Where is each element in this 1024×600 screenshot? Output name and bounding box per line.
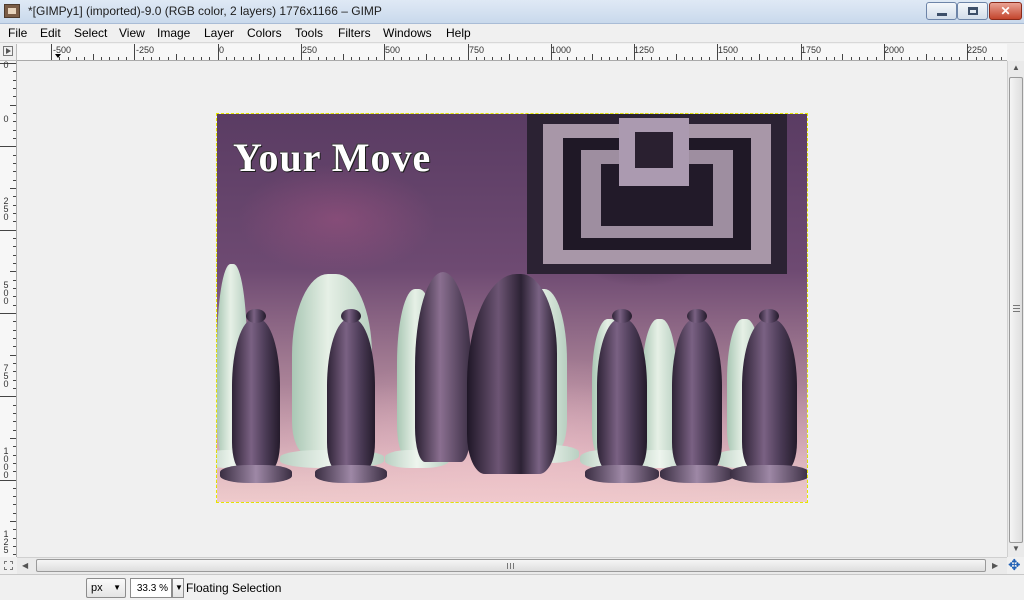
ruler-label: 0 (3, 61, 9, 70)
ruler-label: 7 5 0 (3, 363, 9, 389)
menu-colors[interactable]: Colors (247, 26, 282, 40)
gimp-icon (4, 4, 20, 18)
vertical-scrollbar[interactable]: ▲ ▼ (1007, 61, 1024, 557)
ruler-label: 1750 (801, 45, 822, 55)
close-button[interactable]: ✕ (989, 2, 1022, 20)
chevron-down-icon: ▼ (175, 583, 183, 592)
menu-windows[interactable]: Windows (383, 26, 432, 40)
scroll-down-icon[interactable]: ▼ (1012, 544, 1020, 553)
ruler-label: 5 0 0 (3, 280, 9, 306)
maximize-icon (968, 7, 978, 15)
ruler-label: 1500 (718, 45, 739, 55)
ruler-label: -500 (53, 45, 72, 55)
title-bar: *[GIMPy1] (imported)-9.0 (RGB color, 2 l… (0, 0, 1024, 24)
menu-select[interactable]: Select (74, 26, 107, 40)
menu-edit[interactable]: Edit (40, 26, 61, 40)
chess-piece (660, 309, 734, 483)
chess-piece (415, 272, 471, 462)
menu-help[interactable]: Help (446, 26, 471, 40)
horizontal-scroll-thumb[interactable] (36, 559, 986, 572)
scroll-right-icon[interactable]: ▶ (992, 561, 998, 570)
vertical-scroll-thumb[interactable] (1009, 77, 1023, 543)
status-bar: px ▼ 33.3 % ▼ Floating Selection (0, 574, 1024, 600)
ruler-label: 1 2 5 (3, 529, 9, 555)
ruler-label: 2000 (884, 45, 905, 55)
horizontal-scrollbar[interactable]: ◀ ▶ (17, 557, 1007, 574)
ruler-label: 0 (219, 45, 225, 55)
menu-filters[interactable]: Filters (338, 26, 371, 40)
chess-piece (220, 309, 292, 483)
zoom-dropdown-button[interactable]: ▼ (172, 578, 184, 598)
horizontal-ruler[interactable]: -500 -250 0 250 500 750 1000 1250 1500 1… (17, 44, 1007, 61)
ruler-label: 500 (385, 45, 401, 55)
quick-mask-icon (4, 561, 13, 570)
zoom-value: 33.3 % (136, 583, 168, 594)
menu-layer[interactable]: Layer (204, 26, 234, 40)
minimize-button[interactable] (926, 2, 957, 20)
unit-selector[interactable]: px ▼ (86, 578, 126, 598)
menu-file[interactable]: File (8, 26, 27, 40)
image-canvas[interactable]: Your Move (17, 61, 1007, 557)
vertical-ruler[interactable]: 0 0 2 5 0 5 0 0 7 5 0 1 0 0 0 1 2 5 (0, 61, 17, 557)
horizontal-ruler-ticks (51, 44, 1002, 60)
navigate-icon: ✥ (1008, 557, 1021, 574)
ruler-label: 2 5 0 (3, 196, 9, 222)
close-icon: ✕ (1000, 4, 1011, 18)
ruler-label: 2250 (967, 45, 988, 55)
chess-piece (315, 309, 387, 483)
menu-tools[interactable]: Tools (295, 26, 323, 40)
vertical-ruler-ticks (0, 63, 16, 555)
unit-value: px (91, 582, 103, 594)
ruler-corner-button[interactable] (0, 44, 17, 61)
chess-piece (730, 309, 807, 483)
navigate-button[interactable]: ✥ (1007, 557, 1024, 574)
quick-mask-toggle[interactable] (0, 557, 17, 574)
status-message: Floating Selection (186, 581, 282, 595)
pointer-coordinates (2, 578, 82, 598)
checkerboard-background (527, 114, 787, 274)
ruler-label: 1250 (634, 45, 655, 55)
minimize-icon (937, 13, 947, 16)
ruler-label: 0 (3, 114, 9, 124)
chess-piece (585, 309, 659, 483)
ruler-label: 1 0 0 0 (3, 446, 9, 480)
chevron-down-icon: ▼ (113, 583, 121, 592)
menu-view[interactable]: View (119, 26, 145, 40)
ruler-label: -250 (136, 45, 155, 55)
image-layer[interactable]: Your Move (217, 114, 807, 502)
ruler-label: 250 (302, 45, 318, 55)
floating-text-layer[interactable]: Your Move (233, 134, 431, 181)
zoom-input[interactable]: 33.3 % (130, 578, 172, 598)
ruler-label: 750 (469, 45, 485, 55)
menu-image[interactable]: Image (157, 26, 190, 40)
menu-bar: File Edit Select View Image Layer Colors… (0, 24, 1024, 43)
chess-piece (467, 274, 557, 474)
scroll-up-icon[interactable]: ▲ (1012, 63, 1020, 72)
maximize-button[interactable] (957, 2, 988, 20)
window-title: *[GIMPy1] (imported)-9.0 (RGB color, 2 l… (28, 4, 382, 18)
ruler-label: 1000 (551, 45, 572, 55)
menu-arrow-icon (3, 46, 13, 56)
scroll-left-icon[interactable]: ◀ (22, 561, 28, 570)
